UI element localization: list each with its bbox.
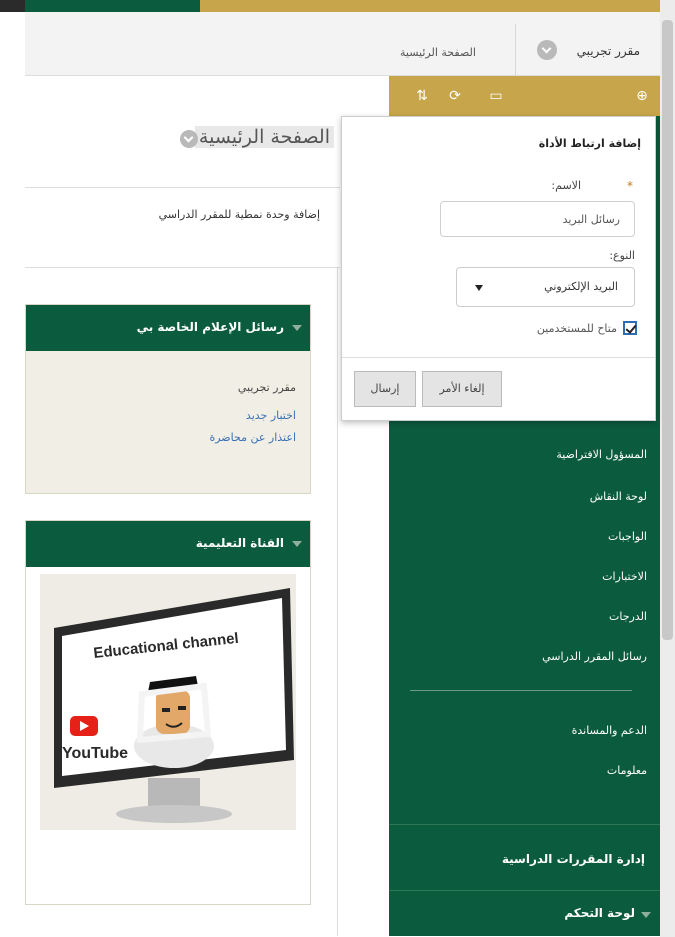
required-marker: *	[627, 179, 633, 193]
sidebar-item-tests[interactable]: الاختبارات	[602, 570, 647, 583]
module-title: رسائل الإعلام الخاصة بي	[136, 320, 284, 334]
sidebar-item-grades[interactable]: الدرجات	[609, 610, 647, 623]
module-title: القناة التعليمية	[195, 536, 284, 550]
sort-icon[interactable]: ⇅	[409, 82, 435, 110]
chevron-down-icon[interactable]	[641, 912, 651, 918]
refresh-icon[interactable]: ⟳	[442, 82, 468, 110]
type-select-value: البريد الإلكتروني	[544, 280, 618, 293]
alert-link[interactable]: اختبار جديد	[246, 409, 296, 422]
sidebar-toolbar: ⇅ ⟳ ▭ ⊕	[389, 76, 660, 116]
chevron-down-icon[interactable]	[292, 541, 302, 547]
type-select[interactable]: البريد الإلكتروني	[456, 267, 635, 307]
add-icon[interactable]: ⊕	[629, 82, 655, 110]
sidebar-item-groups[interactable]: المسؤول الافتراضية	[556, 448, 647, 461]
breadcrumb: مقرر تجريبي الصفحة الرئيسية	[25, 12, 660, 76]
add-unit-row: إضافة وحدة نمطية للمقرر الدراسي	[25, 188, 340, 268]
name-input[interactable]	[440, 201, 635, 237]
available-checkbox[interactable]	[623, 321, 637, 335]
video-thumbnail[interactable]: Educational channel YouTube	[40, 574, 296, 830]
youtube-logo-text: YouTube	[62, 745, 128, 762]
dialog-title: إضافة ارتباط الأداة	[538, 137, 641, 150]
sidebar-item-info[interactable]: معلومات	[607, 764, 647, 777]
add-module-link[interactable]: إضافة وحدة نمطية للمقرر الدراسي	[159, 208, 320, 221]
alerts-module: رسائل الإعلام الخاصة بي مقرر تجريبي اختب…	[25, 304, 311, 494]
monitor-illustration: Educational channel YouTube	[54, 588, 294, 823]
channel-module: القناة التعليمية Educational channel You…	[25, 520, 311, 905]
content-divider	[337, 268, 338, 936]
scrollbar-thumb[interactable]	[662, 20, 673, 640]
sidebar-section-title: إدارة المقررات الدراسية	[501, 852, 645, 866]
module-course-name: مقرر تجريبي	[237, 381, 296, 394]
breadcrumb-home[interactable]: الصفحة الرئيسية	[400, 46, 476, 59]
alert-link[interactable]: اعتذار عن محاضرة	[209, 431, 296, 444]
dialog-divider	[342, 357, 655, 358]
top-strip-green	[25, 0, 200, 12]
name-label: الاسم:	[551, 179, 581, 192]
page-title: الصفحة الرئيسية	[194, 126, 334, 148]
module-header[interactable]: رسائل الإعلام الخاصة بي	[26, 305, 310, 351]
breadcrumb-divider	[515, 24, 516, 76]
page-title-row: الصفحة الرئيسية	[25, 108, 340, 188]
add-tool-link-dialog: إضافة ارتباط الأداة * الاسم: النوع: البر…	[341, 116, 656, 421]
sidebar-divider	[389, 890, 660, 891]
cancel-button[interactable]: إلغاء الأمر	[422, 371, 502, 407]
chevron-down-icon[interactable]	[292, 325, 302, 331]
type-label: النوع:	[609, 249, 635, 262]
chevron-down-icon[interactable]	[180, 130, 198, 148]
chevron-down-icon[interactable]	[537, 40, 557, 60]
sidebar-item-discussion[interactable]: لوحة النقاش	[590, 490, 647, 503]
dropdown-arrow-icon	[475, 285, 483, 291]
breadcrumb-course[interactable]: مقرر تجريبي	[577, 44, 640, 58]
module-header[interactable]: القناة التعليمية	[26, 521, 310, 567]
sidebar-item-assignments[interactable]: الواجبات	[608, 530, 647, 543]
folder-icon[interactable]: ▭	[483, 82, 509, 110]
sidebar-item-messages[interactable]: رسائل المقرر الدراسي	[542, 650, 647, 663]
sidebar-divider	[410, 690, 632, 691]
available-checkbox-label: متاح للمستخدمين	[536, 322, 617, 335]
control-panel-link[interactable]: لوحة التحكم	[564, 906, 635, 920]
submit-button[interactable]: إرسال	[354, 371, 416, 407]
sidebar-divider	[389, 824, 660, 825]
sidebar-item-support[interactable]: الدعم والمساندة	[572, 724, 647, 737]
